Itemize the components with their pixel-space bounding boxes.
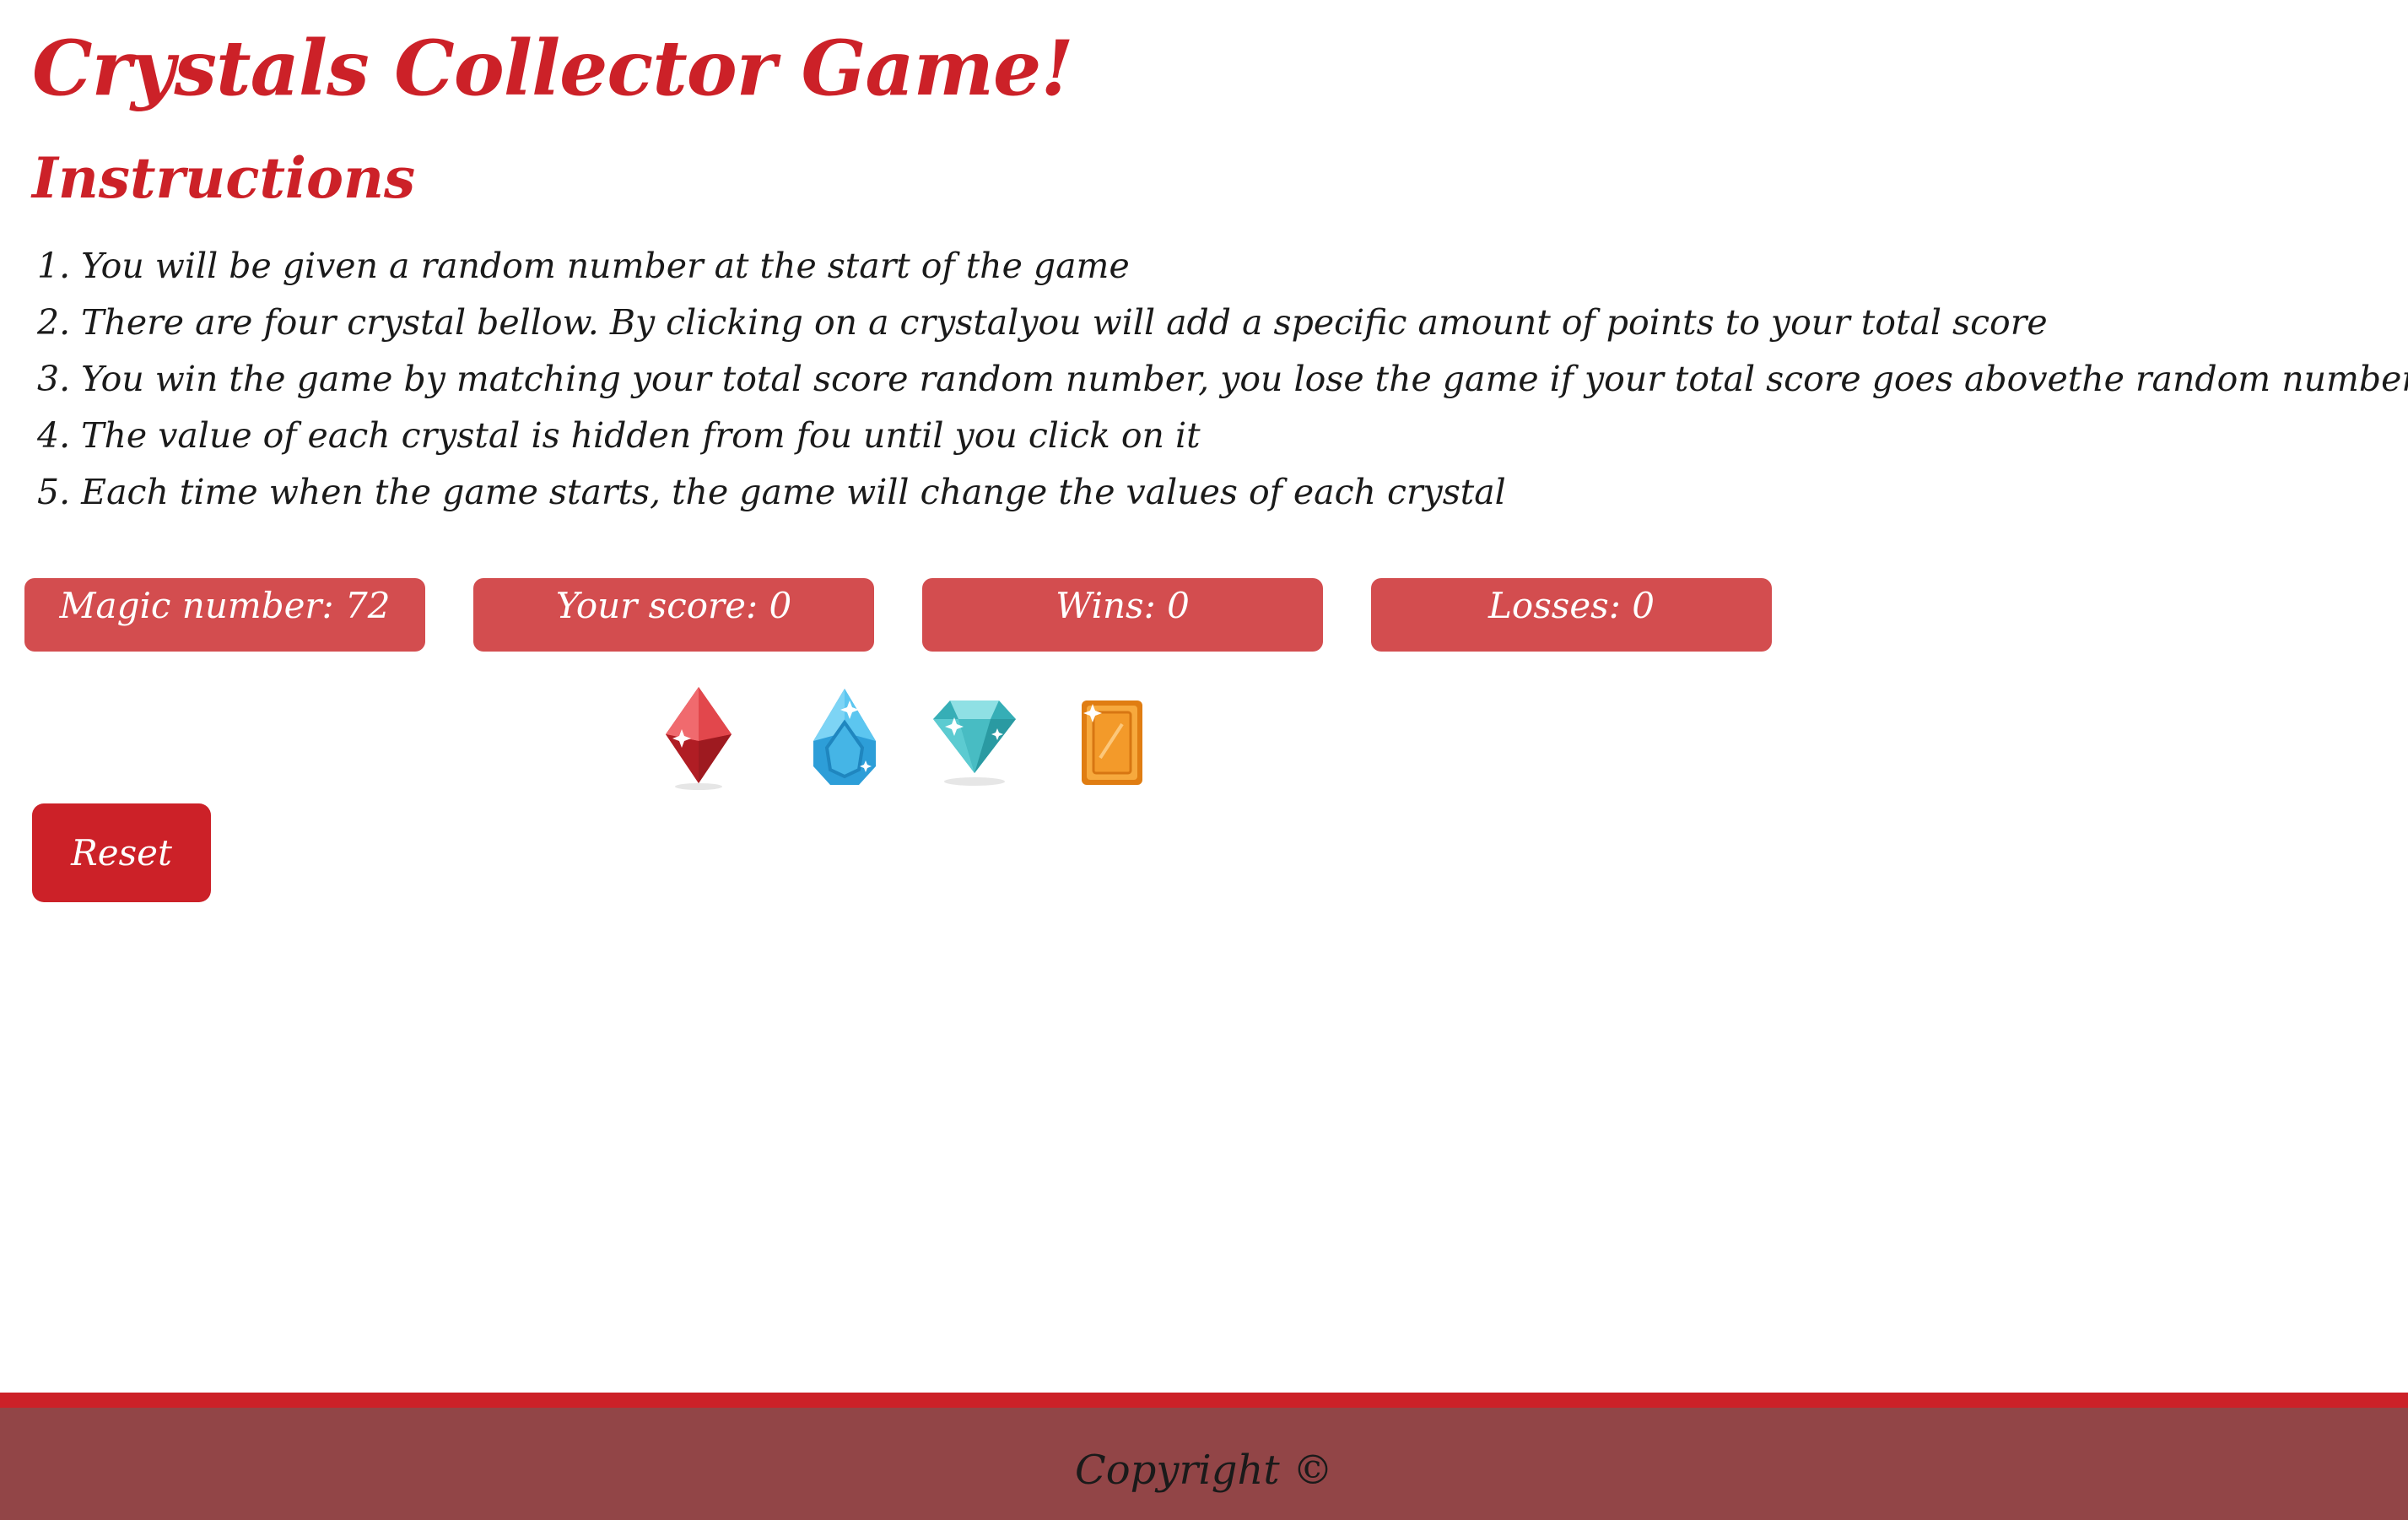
instructions-list: 1. You will be given a random number at … (37, 238, 2408, 521)
magic-number-box: Magic number: 72 (24, 578, 425, 652)
copyright-text: Copyright © (1075, 1447, 1333, 1494)
instructions-heading: Instructions (32, 145, 416, 211)
page-title: Crystals Collector Game! (32, 24, 1074, 113)
game-page: Crystals Collector Game! Instructions 1.… (0, 0, 2408, 1520)
instruction-item: 1. You will be given a random number at … (37, 246, 1130, 286)
score-box: Your score: 0 (473, 578, 874, 652)
instruction-item: 5. Each time when the game starts, the g… (37, 472, 1506, 512)
teal-diamond-icon (933, 700, 1016, 786)
blue-crystal-button[interactable] (798, 682, 891, 792)
orange-crystal-button[interactable] (1066, 682, 1159, 792)
orange-crystal-icon (1082, 700, 1142, 785)
blue-crystal-icon (813, 689, 876, 785)
instruction-item: 4. The value of each crystal is hidden f… (37, 415, 1201, 456)
red-crystal-button[interactable] (652, 682, 745, 792)
losses-box: Losses: 0 (1371, 578, 1772, 652)
footer-divider (0, 1393, 2408, 1408)
reset-button[interactable]: Reset (32, 803, 211, 902)
wins-box: Wins: 0 (922, 578, 1323, 652)
footer: Copyright © (0, 1408, 2408, 1520)
teal-crystal-button[interactable] (928, 682, 1021, 792)
instruction-item: 3. You win the game by matching your tot… (37, 359, 2408, 399)
instruction-item: 2. There are four crystal bellow. By cli… (37, 302, 2048, 343)
red-crystal-icon (666, 687, 732, 790)
